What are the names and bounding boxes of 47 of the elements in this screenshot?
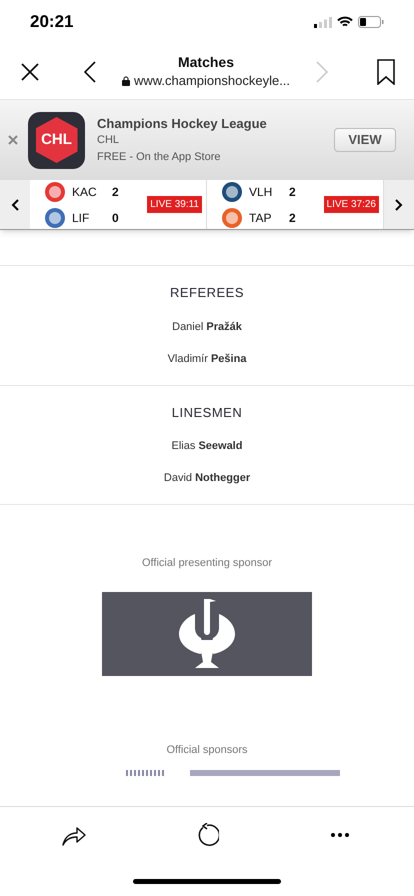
bookmark-icon <box>377 58 395 84</box>
official-name: David Nothegger <box>164 471 250 486</box>
view-button[interactable]: VIEW <box>334 128 396 152</box>
app-name: Champions Hockey League <box>97 114 268 132</box>
team-logo-icon <box>221 180 243 202</box>
team-abbreviation: TAP <box>249 210 272 226</box>
team-logo-icon <box>44 206 66 228</box>
signal-icon <box>314 16 332 28</box>
status-time: 20:21 <box>30 11 74 34</box>
team-score: 2 <box>112 184 119 200</box>
close-icon <box>20 62 40 82</box>
official-name: Elias Seewald <box>172 439 242 454</box>
section-heading: REFEREES <box>170 284 244 302</box>
url-text: www.championshockeyle... <box>134 72 290 90</box>
game-card[interactable]: VLH 2 TAP 2 LIVE 37:26 <box>207 180 384 229</box>
app-logo-text: CHL <box>41 130 72 150</box>
app-price: FREE - On the App Store <box>97 150 222 164</box>
team-score: 0 <box>112 210 119 226</box>
lock-icon <box>122 76 130 86</box>
section-heading: LINESMEN <box>172 404 242 422</box>
game-card[interactable]: KAC 2 LIF 0 LIVE 39:11 <box>30 180 207 229</box>
battery-icon <box>358 16 384 28</box>
more-icon <box>331 833 349 837</box>
team-logo-icon <box>221 206 243 228</box>
app-developer: CHL <box>97 132 120 148</box>
team-score: 2 <box>289 184 296 200</box>
sponsor-logo <box>126 770 164 776</box>
page-title: Matches <box>178 52 234 71</box>
team-abbreviation: KAC <box>72 184 98 200</box>
dismiss-banner-button[interactable] <box>8 135 20 145</box>
team-abbreviation: LIF <box>72 210 90 226</box>
live-badge: LIVE 39:11 <box>147 196 202 213</box>
sponsors-label: Official sponsors <box>166 742 248 758</box>
chevron-right-icon <box>395 198 403 210</box>
team-score: 2 <box>289 210 296 226</box>
official-name: Vladimír Pešina <box>168 352 246 366</box>
live-badge: LIVE 37:26 <box>324 196 379 213</box>
official-name: Daniel Pražák <box>172 320 242 334</box>
chevron-left-icon <box>11 198 19 210</box>
wifi-icon <box>337 16 353 28</box>
close-icon <box>8 135 18 145</box>
presenting-sponsor-label: Official presenting sponsor <box>142 556 272 571</box>
team-abbreviation: VLH <box>249 184 274 200</box>
bookmark-button[interactable] <box>376 58 396 84</box>
forward-icon <box>316 60 328 82</box>
back-icon <box>84 60 96 82</box>
team-logo-icon <box>44 180 66 202</box>
